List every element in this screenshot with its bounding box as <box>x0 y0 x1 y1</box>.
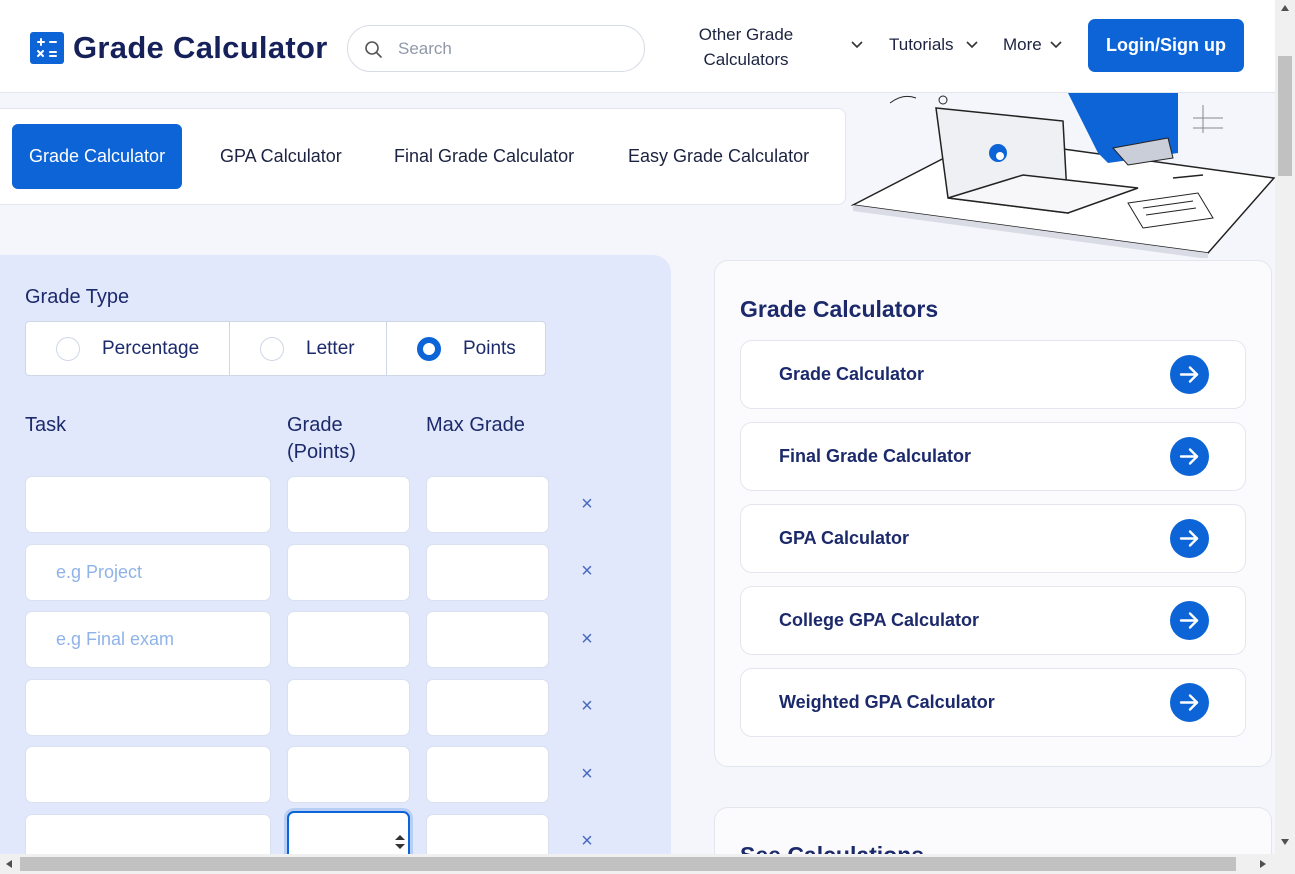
delete-row-icon[interactable]: × <box>578 494 596 514</box>
radio-label: Percentage <box>102 337 200 359</box>
nav-other-calculators[interactable]: Other Grade Calculators <box>684 22 808 72</box>
delete-row-icon[interactable]: × <box>578 831 596 851</box>
link-grade-calculator[interactable]: Grade Calculator <box>740 340 1246 409</box>
task-input[interactable] <box>25 611 271 668</box>
nav-tutorials-label: Tutorials <box>889 35 954 54</box>
arrow-right-icon[interactable] <box>1170 519 1209 558</box>
grade-input[interactable] <box>287 746 410 803</box>
horizontal-scroll-thumb[interactable] <box>20 857 1236 871</box>
vertical-scrollbar[interactable] <box>1275 0 1295 854</box>
scroll-right-arrow-icon[interactable] <box>1259 859 1267 869</box>
search-icon <box>365 41 382 58</box>
column-header-max-grade: Max Grade <box>426 414 525 436</box>
nav-tutorials[interactable]: Tutorials <box>889 35 954 55</box>
search-input[interactable] <box>398 38 628 60</box>
max-grade-input[interactable] <box>426 746 549 803</box>
radio-letter[interactable]: Letter <box>230 322 387 375</box>
tab-easy-grade-calculator[interactable]: Easy Grade Calculator <box>611 124 826 189</box>
column-header-grade-line2: (Points) <box>287 441 356 463</box>
link-label: College GPA Calculator <box>779 610 980 630</box>
grade-type-label: Grade Type <box>25 286 130 308</box>
grade-input[interactable] <box>287 544 410 601</box>
site-header: Grade Calculator Other Grade Calculators… <box>0 0 1275 93</box>
grade-input[interactable] <box>287 679 410 736</box>
max-grade-input[interactable] <box>426 544 549 601</box>
tab-gpa-calculator[interactable]: GPA Calculator <box>203 124 359 189</box>
arrow-right-icon[interactable] <box>1170 355 1209 394</box>
radio-circle-selected[interactable] <box>417 336 441 361</box>
calculator-icon <box>30 32 64 64</box>
delete-row-icon[interactable]: × <box>578 629 596 649</box>
radio-circle[interactable] <box>260 336 284 361</box>
logo[interactable]: Grade Calculator <box>30 30 328 66</box>
column-header-grade: Grade (Points) <box>287 412 356 466</box>
chevron-down-icon[interactable] <box>850 40 864 50</box>
link-label: GPA Calculator <box>779 528 910 548</box>
max-grade-input[interactable] <box>426 611 549 668</box>
column-header-task: Task <box>25 414 67 436</box>
tab-final-grade-calculator[interactable]: Final Grade Calculator <box>377 124 591 189</box>
radio-percentage[interactable]: Percentage <box>26 322 230 375</box>
nav-other-line1: Other Grade <box>698 25 794 44</box>
link-final-grade-calculator[interactable]: Final Grade Calculator <box>740 422 1246 491</box>
grade-type-selector: Percentage Letter Points <box>25 321 546 376</box>
tab-grade-calculator[interactable]: Grade Calculator <box>12 124 183 189</box>
nav-more-label: More <box>1003 35 1042 54</box>
link-label: Weighted GPA Calculator <box>779 692 995 712</box>
grade-input[interactable] <box>287 476 410 533</box>
student-laptop-illustration <box>850 93 1275 258</box>
scroll-left-arrow-icon[interactable] <box>5 859 13 869</box>
delete-row-icon[interactable]: × <box>578 764 596 784</box>
scroll-up-arrow-icon[interactable] <box>1280 4 1290 12</box>
radio-circle[interactable] <box>56 336 80 361</box>
search-box[interactable] <box>347 25 645 72</box>
grade-calculators-title: Grade Calculators <box>740 296 939 322</box>
horizontal-scrollbar[interactable] <box>0 854 1295 874</box>
delete-row-icon[interactable]: × <box>578 561 596 581</box>
link-weighted-gpa-calculator[interactable]: Weighted GPA Calculator <box>740 668 1246 737</box>
radio-label: Letter <box>306 337 355 359</box>
radio-label: Points <box>463 337 516 359</box>
link-label: Grade Calculator <box>779 364 925 384</box>
login-signup-button[interactable]: Login/Sign up <box>1088 19 1244 72</box>
calculator-tabs: Grade Calculator GPA Calculator Final Gr… <box>0 108 846 205</box>
chevron-down-icon[interactable] <box>1049 40 1063 50</box>
delete-row-icon[interactable]: × <box>578 696 596 716</box>
radio-points[interactable]: Points <box>387 322 545 375</box>
arrow-right-icon[interactable] <box>1170 683 1209 722</box>
arrow-right-icon[interactable] <box>1170 601 1209 640</box>
scroll-down-arrow-icon[interactable] <box>1280 838 1290 846</box>
grade-input[interactable] <box>287 611 410 668</box>
nav-other-line2: Calculators <box>703 50 789 69</box>
arrow-right-icon[interactable] <box>1170 437 1209 476</box>
vertical-scroll-thumb[interactable] <box>1278 56 1292 176</box>
task-input[interactable] <box>25 679 271 736</box>
nav-more[interactable]: More <box>1003 35 1042 55</box>
link-gpa-calculator[interactable]: GPA Calculator <box>740 504 1246 573</box>
column-header-grade-line1: Grade <box>287 414 343 436</box>
link-college-gpa-calculator[interactable]: College GPA Calculator <box>740 586 1246 655</box>
task-input[interactable] <box>25 746 271 803</box>
logo-text: Grade Calculator <box>73 30 328 65</box>
task-input[interactable] <box>25 544 271 601</box>
max-grade-input[interactable] <box>426 679 549 736</box>
link-label: Final Grade Calculator <box>779 446 972 466</box>
chevron-down-icon[interactable] <box>965 40 979 50</box>
max-grade-input[interactable] <box>426 476 549 533</box>
number-spinner-icon[interactable] <box>393 832 407 852</box>
task-input[interactable] <box>25 476 271 533</box>
